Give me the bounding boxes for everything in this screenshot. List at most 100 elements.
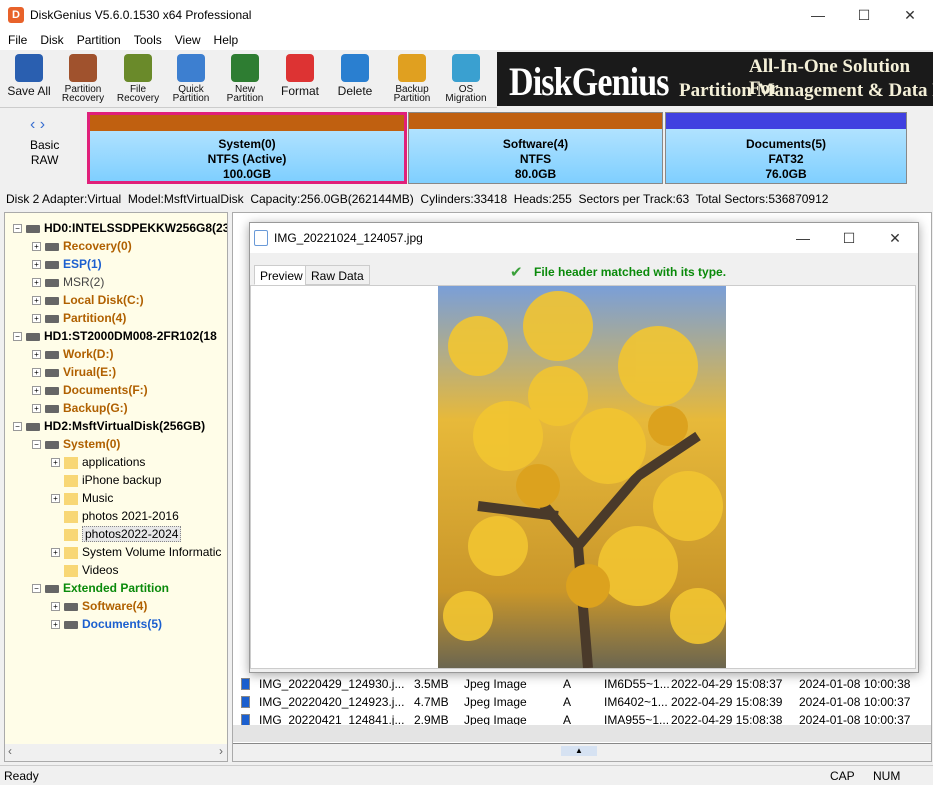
menu-help[interactable]: Help	[206, 30, 244, 47]
partition-name: Documents(5)	[745, 137, 826, 151]
expand-toggle-icon[interactable]: +	[51, 494, 60, 504]
tree-item-label: System(0)	[63, 437, 121, 451]
expand-toggle-icon[interactable]: −	[13, 332, 22, 342]
banner-brand: DiskGenius	[509, 59, 670, 104]
tab-raw-data[interactable]: Raw Data	[305, 265, 370, 285]
toolbar-button-partition-recovery[interactable]: Partition Recovery	[58, 54, 108, 104]
dialog-close-button[interactable]: ✕	[872, 223, 918, 253]
tree-scrollbar[interactable]: ‹ ›	[5, 744, 227, 761]
partition-icon	[64, 602, 78, 611]
expand-toggle-icon[interactable]: +	[51, 458, 60, 468]
partition-name: System(0)	[218, 137, 276, 151]
folder-icon	[64, 528, 78, 541]
save-icon	[15, 54, 43, 82]
expand-toggle-icon[interactable]: +	[32, 350, 41, 360]
tree-item[interactable]: + Partition(4)	[32, 309, 126, 327]
tree-item[interactable]: photos2022-2024	[51, 525, 182, 543]
file-created: 2024-01-08 10:00:38	[799, 677, 911, 691]
panel-splitter[interactable]: ▲	[233, 743, 931, 761]
partition-bar	[90, 115, 404, 131]
expand-arrow-icon[interactable]: ▲	[561, 746, 597, 756]
toolbar-button-backup-partition[interactable]: Backup Partition	[387, 54, 437, 104]
tree-item[interactable]: − HD0:INTELSSDPEKKW256G8(23	[13, 219, 227, 237]
menu-tools[interactable]: Tools	[126, 30, 167, 47]
tree-item[interactable]: + applications	[51, 453, 145, 471]
tree-item[interactable]: + Documents(F:)	[32, 381, 148, 399]
partition-system[interactable]: System(0) NTFS (Active) 100.0GB	[87, 112, 407, 184]
image-file-icon	[241, 696, 250, 708]
menu-file[interactable]: File	[0, 30, 32, 47]
partition-software[interactable]: Software(4) NTFS 80.0GB	[408, 112, 663, 184]
tree-item[interactable]: + Virual(E:)	[32, 363, 116, 381]
menu-partition[interactable]: Partition	[69, 30, 126, 47]
tree-item[interactable]: photos 2021-2016	[51, 507, 179, 525]
toolbar-button-save-all[interactable]: Save All	[4, 54, 54, 97]
maximize-button[interactable]: ☐	[841, 0, 887, 30]
toolbar-button-delete[interactable]: Delete	[330, 54, 380, 97]
toolbar-label: Format	[280, 84, 319, 98]
tree-item[interactable]: + Music	[51, 489, 113, 507]
tree-item[interactable]: + Backup(G:)	[32, 399, 128, 417]
app-logo-icon: D	[8, 7, 24, 23]
tree-item[interactable]: + Software(4)	[51, 597, 147, 615]
tree-item[interactable]: Videos	[51, 561, 118, 579]
tree-item-label: Local Disk(C:)	[63, 293, 144, 307]
menu-disk[interactable]: Disk	[32, 30, 68, 47]
nav-arrows-icon[interactable]: ‹ ›	[30, 116, 45, 134]
expand-toggle-icon[interactable]: −	[13, 224, 22, 234]
file-preview-icon	[254, 230, 268, 246]
dialog-minimize-button[interactable]: —	[780, 223, 826, 253]
tree-item[interactable]: iPhone backup	[51, 471, 161, 489]
tree-item[interactable]: + Documents(5)	[51, 615, 162, 633]
tree-item[interactable]: − System(0)	[32, 435, 120, 453]
dialog-maximize-button[interactable]: ☐	[826, 223, 872, 253]
expand-toggle-icon[interactable]: −	[32, 440, 41, 450]
tree-item[interactable]: + Recovery(0)	[32, 237, 132, 255]
folder-icon	[64, 510, 78, 523]
disk-fs: RAW	[30, 153, 59, 167]
tree-item[interactable]: + System Volume Informatic	[51, 543, 221, 561]
tree-item[interactable]: + MSR(2)	[32, 273, 104, 291]
expand-toggle-icon[interactable]: +	[32, 368, 41, 378]
tab-preview[interactable]: Preview	[254, 265, 309, 285]
expand-toggle-icon[interactable]: −	[13, 422, 22, 432]
tree-item-label: HD2:MsftVirtualDisk(256GB)	[44, 419, 206, 433]
expand-toggle-icon[interactable]: +	[32, 278, 41, 288]
disk-tree[interactable]: − HD0:INTELSSDPEKKW256G8(23 + Recovery(0) + E…	[4, 212, 228, 762]
expand-toggle-icon[interactable]: +	[51, 620, 60, 630]
tree-item[interactable]: − HD2:MsftVirtualDisk(256GB)	[13, 417, 205, 435]
expand-toggle-icon[interactable]: +	[32, 314, 41, 324]
expand-toggle-icon[interactable]: +	[32, 260, 41, 270]
expand-toggle-icon[interactable]: +	[32, 296, 41, 306]
expand-toggle-icon[interactable]: +	[51, 602, 60, 612]
tree-item-label: photos2022-2024	[82, 526, 182, 542]
expand-toggle-icon[interactable]: −	[32, 584, 41, 594]
tree-item[interactable]: + ESP(1)	[32, 255, 102, 273]
partition-documents[interactable]: Documents(5) FAT32 76.0GB	[665, 112, 907, 184]
tree-item-label: Work(D:)	[63, 347, 114, 361]
tree-item-label: iPhone backup	[82, 473, 162, 487]
toolbar-button-quick-partition[interactable]: Quick Partition	[166, 54, 216, 104]
expand-toggle-icon[interactable]: +	[51, 548, 60, 558]
file-attr: A	[563, 695, 572, 709]
tree-item[interactable]: + Local Disk(C:)	[32, 291, 144, 309]
status-text: Ready	[4, 769, 39, 783]
toolbar-button-os-migration[interactable]: OS Migration	[441, 54, 491, 104]
toolbar-button-file-recovery[interactable]: File Recovery	[113, 54, 163, 104]
file-size: 4.7MB	[414, 695, 449, 709]
toolbar-button-format[interactable]: Format	[275, 54, 325, 97]
quick-partition-icon	[177, 54, 205, 82]
expand-toggle-icon[interactable]: +	[32, 386, 41, 396]
menu-view[interactable]: View	[167, 30, 206, 47]
expand-toggle-icon[interactable]: +	[32, 242, 41, 252]
close-button[interactable]: ✕	[887, 0, 933, 30]
tree-item[interactable]: + Work(D:)	[32, 345, 113, 363]
toolbar-button-new-partition[interactable]: New Partition	[220, 54, 270, 104]
layers-icon	[231, 54, 259, 82]
minimize-button[interactable]: —	[795, 0, 841, 30]
tree-item[interactable]: − HD1:ST2000DM008-2FR102(18	[13, 327, 217, 345]
image-file-icon	[241, 678, 250, 690]
tree-item[interactable]: − Extended Partition	[32, 579, 169, 597]
file-list-scrollbar[interactable]	[233, 725, 931, 742]
expand-toggle-icon[interactable]: +	[32, 404, 41, 414]
